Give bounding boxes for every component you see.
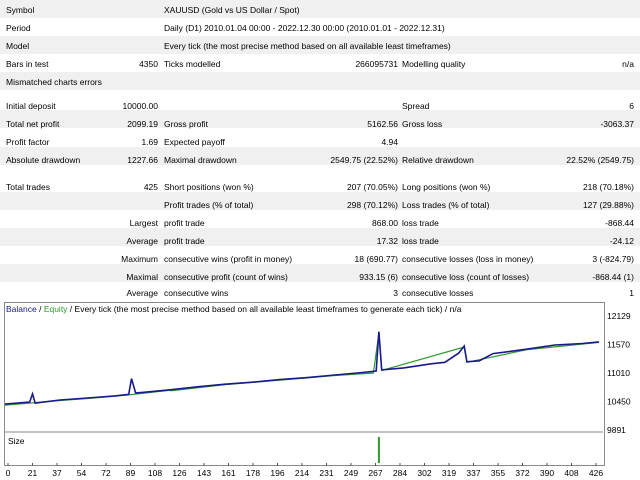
x-tick-label: 337: [466, 468, 480, 478]
x-tick-label: 126: [172, 468, 186, 478]
x-tick-label: 302: [417, 468, 431, 478]
x-tick-label: 249: [344, 468, 358, 478]
series-line-equity: [4, 332, 599, 406]
x-tick-label: 426: [589, 468, 603, 478]
x-tick-label: 161: [221, 468, 235, 478]
y-tick-label: 9891: [607, 425, 626, 435]
size-label: Size: [8, 436, 25, 446]
x-tick-label: 89: [126, 468, 136, 478]
x-tick-label: 21: [28, 468, 38, 478]
size-bar: [377, 437, 380, 463]
x-tick-label: 372: [515, 468, 529, 478]
x-tick-label: 267: [368, 468, 382, 478]
balance-chart: Size 12129 11570 11010 10450 9891 0 21 37 54 72 89 1…: [4, 311, 631, 478]
x-tick-label: 54: [77, 468, 87, 478]
x-tick-label: 178: [246, 468, 260, 478]
y-tick-label: 10450: [607, 397, 631, 407]
y-tick-label: 11570: [607, 339, 630, 349]
x-tick-label: 408: [564, 468, 578, 478]
x-tick-label: 319: [442, 468, 456, 478]
x-tick-label: 231: [319, 468, 333, 478]
y-tick-label: 12129: [607, 311, 631, 321]
x-tick-label: 143: [197, 468, 211, 478]
y-tick-label: 11010: [607, 368, 630, 378]
x-tick-label: 196: [270, 468, 284, 478]
x-tick-label: 284: [393, 468, 407, 478]
x-tick-label: 37: [52, 468, 62, 478]
x-tick-label: 0: [6, 468, 11, 478]
x-tick-label: 214: [295, 468, 309, 478]
x-tick-label: 108: [148, 468, 162, 478]
x-tick-label: 390: [540, 468, 554, 478]
x-tick-label: 72: [101, 468, 111, 478]
x-tick-label: 355: [491, 468, 505, 478]
series-line-balance: [4, 331, 599, 405]
